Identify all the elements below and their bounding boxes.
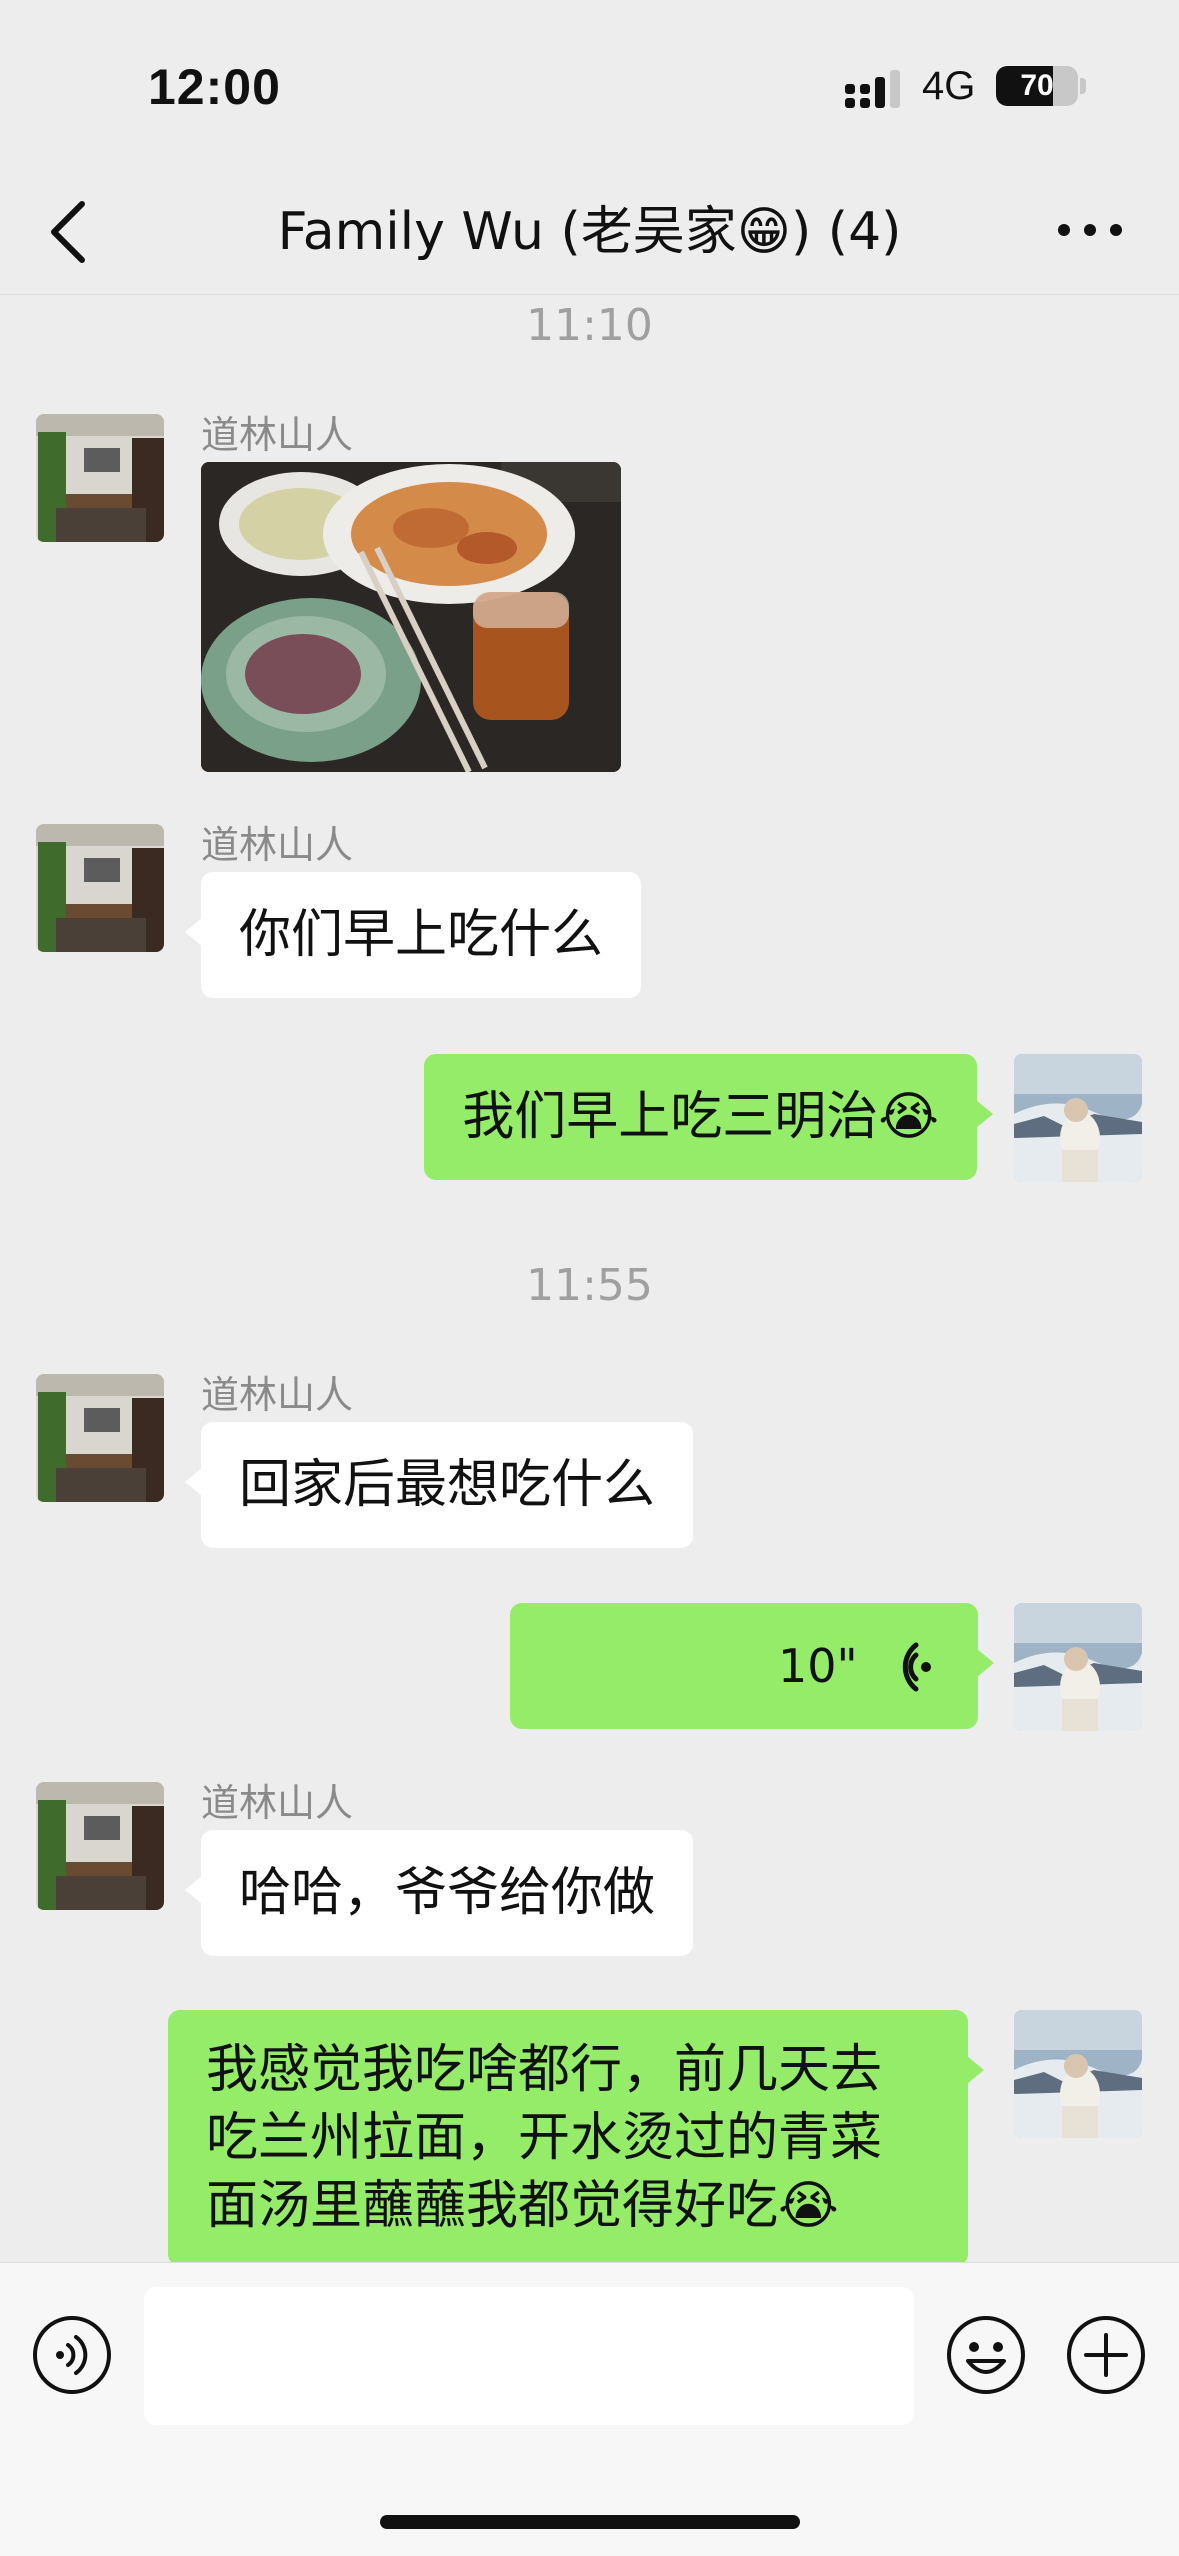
- battery-tip: [1080, 78, 1086, 94]
- avatar-room-image: [36, 414, 164, 542]
- avatar-room-image: [36, 1782, 164, 1910]
- timestamp: 11:55: [526, 1260, 653, 1311]
- input-bar: [0, 2262, 1179, 2556]
- avatar-snow-image: [1014, 2010, 1142, 2138]
- avatar-snow-image: [1014, 1054, 1142, 1182]
- sender-name: 道林山人: [201, 823, 354, 867]
- avatar[interactable]: [36, 1374, 164, 1502]
- signal-icon: [845, 70, 900, 108]
- message-bubble-outgoing[interactable]: 我们早上吃三明治😭: [424, 1054, 993, 1180]
- voice-message-bubble[interactable]: 10": [510, 1603, 994, 1729]
- my-avatar[interactable]: [1014, 2010, 1142, 2138]
- voice-wave-icon: [902, 1642, 931, 1692]
- voice-input-icon[interactable]: [32, 2315, 112, 2395]
- avatar[interactable]: [36, 414, 164, 542]
- chat-title: Family Wu (老吴家😁) (4): [277, 202, 902, 262]
- network-label: 4G: [922, 64, 976, 108]
- my-avatar[interactable]: [1014, 1603, 1142, 1731]
- status-time: 12:00: [148, 59, 281, 115]
- message-bubble-outgoing[interactable]: 我感觉我吃啥都行，前几天去吃兰州拉面，开水烫过的青菜面汤里蘸蘸我都觉得好吃😭: [168, 2010, 984, 2266]
- avatar[interactable]: [36, 824, 164, 952]
- more-icon[interactable]: [1055, 210, 1125, 250]
- avatar-snow-image: [1014, 1603, 1142, 1731]
- sender-name: 道林山人: [201, 1373, 354, 1417]
- food-photo[interactable]: [201, 462, 621, 772]
- breakfast-image: [201, 462, 621, 772]
- status-bar: 12:00 4G 70: [0, 0, 1179, 170]
- message-bubble-incoming[interactable]: 回家后最想吃什么: [184, 1422, 694, 1548]
- voice-duration: 10": [778, 1639, 858, 1693]
- message-input[interactable]: [144, 2287, 914, 2425]
- message-bubble-incoming[interactable]: 你们早上吃什么: [184, 872, 642, 998]
- chevron-left-icon[interactable]: [40, 192, 100, 272]
- timestamp: 11:10: [526, 300, 653, 351]
- battery-level: 70: [1020, 69, 1054, 102]
- emoji-icon[interactable]: [946, 2315, 1026, 2395]
- plus-icon[interactable]: [1066, 2315, 1146, 2395]
- home-indicator: [380, 2515, 800, 2529]
- battery-icon: 70: [996, 66, 1078, 106]
- chat-header: Family Wu (老吴家😁) (4): [0, 170, 1179, 295]
- sender-name: 道林山人: [201, 1781, 354, 1825]
- message-bubble-incoming[interactable]: 哈哈，爷爷给你做: [184, 1830, 694, 1956]
- my-avatar[interactable]: [1014, 1054, 1142, 1182]
- avatar[interactable]: [36, 1782, 164, 1910]
- sender-name: 道林山人: [201, 413, 354, 457]
- avatar-room-image: [36, 1374, 164, 1502]
- avatar-room-image: [36, 824, 164, 952]
